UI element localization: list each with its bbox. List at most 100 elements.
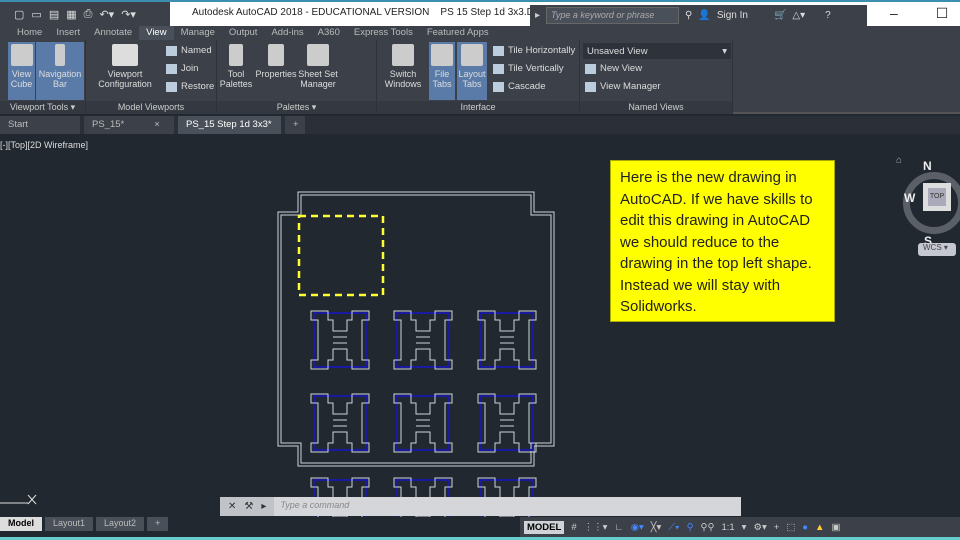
join-button[interactable]: Join: [166, 63, 198, 74]
snap-icon[interactable]: ⋮⋮▾: [584, 522, 608, 533]
doc-tab-ps15[interactable]: PS_15* ×: [84, 116, 174, 134]
autoscale-icon[interactable]: ⚲⚲: [701, 522, 715, 533]
viewport-icon: [112, 44, 138, 66]
tile-vertically-button[interactable]: Tile Vertically: [493, 63, 564, 74]
close-icon[interactable]: ×: [154, 119, 160, 131]
named-icon: [166, 45, 177, 56]
view-manager-button[interactable]: View Manager: [585, 81, 661, 92]
annotation-callout: Here is the new drawing in AutoCAD. If w…: [610, 160, 835, 322]
h-shape-part: [310, 393, 370, 453]
doc-tab-start[interactable]: Start: [0, 116, 80, 134]
layout-tab-layout2[interactable]: Layout2: [96, 517, 145, 531]
named-button[interactable]: Named: [166, 45, 212, 56]
maximize-button[interactable]: ☐: [936, 5, 949, 22]
close-icon[interactable]: ✕: [228, 501, 236, 512]
tab-annotate[interactable]: Annotate: [87, 26, 139, 40]
command-prompt-icon[interactable]: ▸: [261, 501, 266, 512]
print-icon[interactable]: ⎙: [84, 8, 93, 21]
cart-icon[interactable]: 🛒: [774, 10, 786, 21]
new-view-icon: [585, 63, 596, 74]
h-shape-part: [477, 310, 537, 370]
tab-express-tools[interactable]: Express Tools: [347, 26, 420, 40]
annotation-visibility-icon[interactable]: ⚲: [687, 522, 694, 533]
new-tab-button[interactable]: +: [285, 116, 305, 134]
ucs-icon: [0, 494, 37, 505]
layout-tabs-button[interactable]: Layout Tabs: [457, 42, 487, 100]
minimize-button[interactable]: –: [890, 5, 898, 22]
doc-tab-ps15-step1d[interactable]: PS_15 Step 1d 3x3*: [178, 116, 281, 134]
units-icon[interactable]: ⬚: [786, 522, 795, 533]
compass-west[interactable]: W: [904, 191, 915, 205]
annotation-scale[interactable]: 1:1: [721, 522, 734, 533]
redo-icon[interactable]: ↷▾: [121, 8, 136, 21]
tab-view[interactable]: View: [139, 26, 174, 40]
compass-north[interactable]: N: [923, 159, 932, 173]
home-icon[interactable]: ⌂: [896, 155, 902, 166]
save-icon[interactable]: ▤: [49, 8, 59, 21]
status-bar: MODEL # ⋮⋮▾ ∟ ◉▾ ╳▾ ⟋▾ ⚲ ⚲⚲ 1:1 ▾ ⚙▾ + ⬚ ● ▲ ▣: [520, 517, 960, 537]
help-icon[interactable]: ?: [825, 10, 831, 21]
command-input[interactable]: Type a command: [274, 497, 741, 516]
viewport-configuration-button[interactable]: Viewport Configuration: [90, 42, 160, 89]
panel-palettes: Tool Palettes Properties Sheet Set Manag…: [217, 40, 377, 114]
polar-icon[interactable]: ◉▾: [631, 522, 644, 533]
grid-icon[interactable]: #: [571, 522, 576, 533]
layout-tab-layout1[interactable]: Layout1: [45, 517, 94, 531]
saveas-icon[interactable]: ▦: [66, 8, 76, 21]
new-icon[interactable]: ▢: [14, 8, 24, 21]
tab-output[interactable]: Output: [222, 26, 265, 40]
cascade-icon: [493, 81, 504, 92]
wcs-dropdown[interactable]: WCS ▾: [918, 243, 956, 256]
panel-label[interactable]: Palettes ▾: [217, 101, 376, 114]
h-shape-part: [477, 393, 537, 453]
isodraft-icon[interactable]: ╳▾: [651, 522, 662, 533]
add-layout-button[interactable]: +: [147, 517, 169, 531]
ortho-icon[interactable]: ∟: [614, 522, 623, 533]
restore-button[interactable]: Restore: [166, 81, 214, 92]
cube-face-top[interactable]: TOP: [923, 183, 951, 211]
tile-horizontally-button[interactable]: Tile Horizontally: [493, 45, 575, 56]
properties-button[interactable]: Properties: [255, 42, 297, 79]
title-bar: ▢ ▭ ▤ ▦ ⎙ ↶▾ ↷▾ Autodesk AutoCAD 2018 - EDUCAT…: [0, 0, 960, 26]
search-input[interactable]: Type a keyword or phrase: [546, 7, 680, 24]
join-icon: [166, 63, 177, 74]
tab-manage[interactable]: Manage: [174, 26, 222, 40]
file-tabs-button[interactable]: File Tabs: [429, 42, 455, 100]
panel-label: Model Viewports: [86, 101, 216, 114]
a360-icon[interactable]: △▾: [792, 10, 805, 21]
tab-featured-apps[interactable]: Featured Apps: [420, 26, 496, 40]
h-shape-part: [310, 310, 370, 370]
wrench-icon[interactable]: ⚒: [244, 501, 253, 512]
sign-in-button[interactable]: Sign In: [717, 10, 748, 21]
new-view-button[interactable]: New View: [585, 63, 642, 74]
sheet-set-manager-button[interactable]: Sheet Set Manager: [297, 42, 339, 89]
binoculars-icon[interactable]: ⚲: [685, 10, 692, 21]
switch-windows-button[interactable]: Switch Windows: [381, 42, 425, 89]
tab-a360[interactable]: A360: [311, 26, 347, 40]
clean-screen-icon[interactable]: ▣: [831, 522, 840, 533]
plus-icon[interactable]: +: [774, 522, 780, 533]
named-view-dropdown[interactable]: Unsaved View ▾: [583, 43, 731, 59]
tile-horizontal-icon: [493, 45, 504, 56]
navigation-bar-button[interactable]: Navigation Bar: [36, 42, 84, 100]
tool-palettes-button[interactable]: Tool Palettes: [219, 42, 253, 89]
layout-tab-model[interactable]: Model: [0, 517, 42, 531]
undo-icon[interactable]: ↶▾: [99, 8, 114, 21]
view-cube-button[interactable]: View Cube: [8, 42, 35, 100]
tool-palettes-icon: [229, 44, 243, 66]
cascade-button[interactable]: Cascade: [493, 81, 546, 92]
panel-label[interactable]: Viewport Tools ▾: [0, 101, 85, 114]
osnap-icon[interactable]: ⟋▾: [668, 522, 679, 533]
workspace-icon[interactable]: ⚙▾: [753, 522, 766, 533]
command-line: ✕ ⚒ ▸ Type a command: [220, 497, 741, 516]
open-icon[interactable]: ▭: [31, 8, 41, 21]
tab-home[interactable]: Home: [10, 26, 49, 40]
model-space-button[interactable]: MODEL: [524, 520, 565, 534]
tab-insert[interactable]: Insert: [49, 26, 87, 40]
tab-addins[interactable]: Add-ins: [264, 26, 310, 40]
layout-tabs-icon: [461, 44, 483, 66]
isolate-icon[interactable]: ●: [802, 522, 808, 533]
hardware-acceleration-icon[interactable]: ▲: [815, 522, 824, 533]
navbar-icon: [55, 44, 65, 66]
view-cube[interactable]: N S W TOP ⌂ WCS ▾: [895, 155, 960, 260]
